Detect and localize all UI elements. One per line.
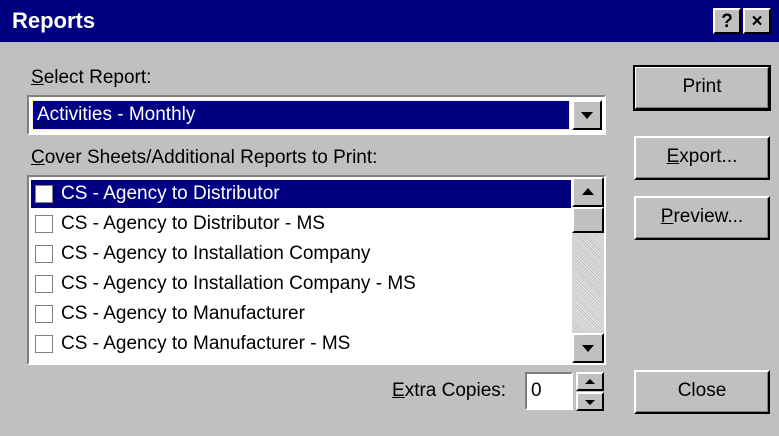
cover-sheets-list[interactable]: CS - Agency to Distributor CS - Agency t… <box>27 175 606 365</box>
list-item-checkbox[interactable] <box>35 305 53 323</box>
chevron-down-icon <box>582 345 594 352</box>
close-button[interactable]: Close <box>634 370 770 414</box>
list-item[interactable]: CS - Agency to Installation Company - MS <box>31 270 571 298</box>
cover-sheets-label-text: over Sheets/Additional Reports to Print: <box>44 147 378 168</box>
title-bar: Reports ? × <box>0 0 779 42</box>
preview-button-label: review... <box>673 206 744 227</box>
close-button-label: Close <box>677 380 727 401</box>
list-item-label: CS - Agency to Installation Company <box>61 243 371 264</box>
list-item[interactable]: CS - Agency to Distributor <box>31 180 571 208</box>
close-window-button[interactable]: × <box>743 8 771 34</box>
preview-button[interactable]: Preview... <box>634 196 770 240</box>
list-item-checkbox[interactable] <box>35 245 53 263</box>
export-accel: E <box>666 146 680 167</box>
select-report-label: Select Report: <box>31 67 151 89</box>
extra-copies-input[interactable]: 0 <box>525 372 573 410</box>
extra-copies-label: Extra Copies: <box>392 380 506 402</box>
select-report-accel: S <box>31 67 44 88</box>
select-report-dropdown[interactable]: Activities - Monthly <box>27 95 606 135</box>
list-item[interactable]: CS - Agency to Manufacturer - MS <box>31 330 571 358</box>
chevron-up-icon <box>585 378 595 384</box>
window-title: Reports <box>12 8 96 33</box>
spin-down-button[interactable] <box>576 392 604 411</box>
extra-copies-accel: E <box>392 380 405 401</box>
list-item-label: CS - Agency to Manufacturer <box>61 303 305 324</box>
list-item[interactable]: CS - Agency to Distributor - MS <box>31 210 571 238</box>
select-report-value: Activities - Monthly <box>32 100 570 130</box>
export-button-label: xport... <box>679 146 738 167</box>
list-item-label: CS - Agency to Distributor <box>61 183 280 204</box>
cover-sheets-accel: C <box>31 147 45 168</box>
list-item-checkbox[interactable] <box>35 185 53 203</box>
print-button[interactable]: Print <box>633 65 771 111</box>
chevron-up-icon <box>582 188 594 195</box>
spin-up-button[interactable] <box>576 372 604 391</box>
list-item-label: CS - Agency to Installation Company - MS <box>61 273 416 294</box>
scroll-up-button[interactable] <box>572 177 604 207</box>
chevron-down-icon <box>581 112 593 119</box>
list-item[interactable]: CS - Agency to Installation Company <box>31 240 571 268</box>
scroll-down-button[interactable] <box>572 333 604 363</box>
cover-sheets-label: Cover Sheets/Additional Reports to Print… <box>31 147 377 169</box>
list-item-label: CS - Agency to Manufacturer - MS <box>61 333 351 354</box>
list-item-checkbox[interactable] <box>35 335 53 353</box>
print-button-label: Print <box>682 76 722 97</box>
list-item-checkbox[interactable] <box>35 215 53 233</box>
list-item-label: CS - Agency to Distributor - MS <box>61 213 325 234</box>
export-button[interactable]: Export... <box>634 136 770 180</box>
preview-accel: P <box>660 206 674 227</box>
list-item[interactable]: CS - Agency to Manufacturer <box>31 300 571 328</box>
scroll-thumb[interactable] <box>572 207 604 233</box>
chevron-down-icon <box>585 399 595 405</box>
dropdown-arrow-button[interactable] <box>572 100 602 130</box>
list-item-checkbox[interactable] <box>35 275 53 293</box>
list-scrollbar[interactable] <box>572 177 604 363</box>
help-button[interactable]: ? <box>713 8 741 34</box>
select-report-label-text: elect Report: <box>43 67 152 88</box>
extra-copies-label-text: xtra Copies: <box>404 380 507 401</box>
